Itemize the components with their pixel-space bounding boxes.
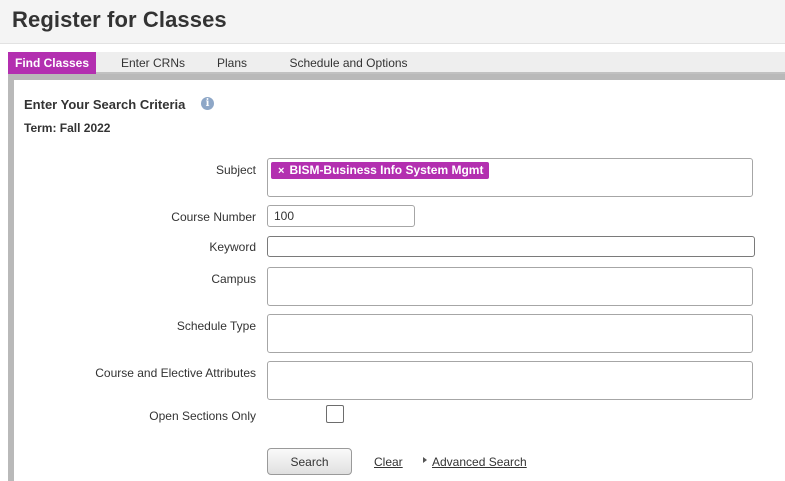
page-title: Register for Classes bbox=[12, 7, 227, 32]
attributes-label: Course and Elective Attributes bbox=[95, 366, 256, 380]
search-button[interactable]: Search bbox=[267, 448, 352, 475]
search-criteria-heading: Enter Your Search Criteria bbox=[24, 97, 186, 112]
attributes-multiselect[interactable] bbox=[267, 361, 753, 400]
term-label: Term: Fall 2022 bbox=[24, 121, 111, 135]
subject-label: Subject bbox=[215, 163, 256, 177]
tab-bar: Find Classes Enter CRNs Plans Schedule a… bbox=[8, 52, 785, 74]
schedule-type-label: Schedule Type bbox=[176, 319, 256, 333]
course-number-input[interactable] bbox=[267, 205, 415, 227]
campus-multiselect[interactable] bbox=[267, 267, 753, 306]
open-sections-label: Open Sections Only bbox=[149, 409, 256, 423]
page-header: Register for Classes bbox=[0, 0, 785, 44]
tab-enter-crns[interactable]: Enter CRNs bbox=[114, 52, 192, 74]
subject-chip-label: BISM-Business Info System Mgmt bbox=[289, 163, 484, 177]
tab-find-classes[interactable]: Find Classes bbox=[8, 52, 96, 74]
schedule-type-multiselect[interactable] bbox=[267, 314, 753, 353]
info-icon[interactable]: i bbox=[201, 97, 214, 110]
tab-plans[interactable]: Plans bbox=[204, 52, 260, 74]
chip-remove-icon[interactable]: × bbox=[278, 165, 284, 177]
advanced-search-link[interactable]: Advanced Search bbox=[432, 455, 527, 469]
subject-chip: × BISM-Business Info System Mgmt bbox=[271, 162, 490, 179]
tab-schedule-and-options[interactable]: Schedule and Options bbox=[276, 52, 421, 74]
open-sections-checkbox[interactable] bbox=[326, 405, 344, 423]
caret-right-icon bbox=[423, 457, 427, 463]
campus-label: Campus bbox=[211, 272, 256, 286]
keyword-input[interactable] bbox=[267, 236, 755, 257]
keyword-label: Keyword bbox=[209, 240, 256, 254]
clear-link[interactable]: Clear bbox=[374, 455, 403, 469]
course-number-label: Course Number bbox=[171, 210, 256, 224]
